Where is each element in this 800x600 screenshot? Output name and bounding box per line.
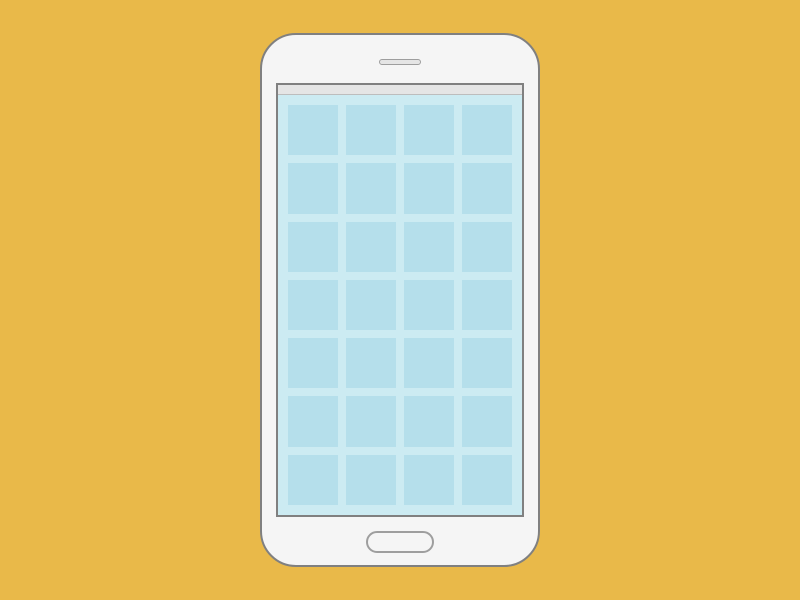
app-icon[interactable] [346,455,396,505]
app-icon[interactable] [288,396,338,446]
app-icon[interactable] [404,338,454,388]
app-icon[interactable] [404,105,454,155]
illustration-stage [0,0,800,600]
app-icon[interactable] [288,222,338,272]
app-icon[interactable] [346,280,396,330]
app-icon[interactable] [288,338,338,388]
app-icon[interactable] [462,396,512,446]
app-icon[interactable] [462,280,512,330]
status-bar [278,85,522,95]
app-icon[interactable] [462,105,512,155]
app-icon[interactable] [288,455,338,505]
app-icon[interactable] [462,222,512,272]
app-icon[interactable] [288,105,338,155]
app-icon[interactable] [346,105,396,155]
app-icon[interactable] [404,396,454,446]
app-icon[interactable] [288,163,338,213]
app-icon[interactable] [404,455,454,505]
app-icon[interactable] [346,163,396,213]
home-button[interactable] [366,531,434,553]
app-icon[interactable] [404,280,454,330]
app-icon[interactable] [346,222,396,272]
app-icon[interactable] [346,396,396,446]
app-icon[interactable] [288,280,338,330]
app-icon[interactable] [462,163,512,213]
phone-frame [260,33,540,567]
speaker-slot [379,59,421,65]
app-icon[interactable] [404,163,454,213]
app-icon[interactable] [346,338,396,388]
phone-screen [276,83,524,517]
app-icon[interactable] [462,338,512,388]
app-icon[interactable] [462,455,512,505]
app-grid [278,95,522,515]
app-icon[interactable] [404,222,454,272]
